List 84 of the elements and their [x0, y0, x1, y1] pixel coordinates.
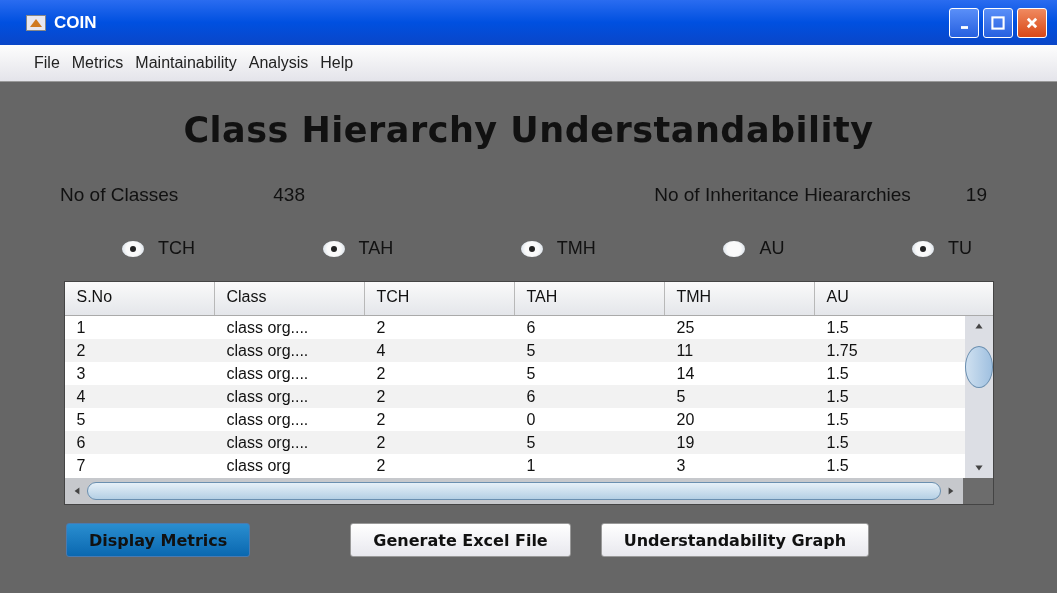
table-cell-text: 2: [75, 341, 87, 360]
menu-item[interactable]: File: [34, 54, 60, 72]
table-cell-text: 2: [375, 387, 387, 406]
column-header[interactable]: Class: [214, 282, 365, 315]
action-button[interactable]: Understandability Graph: [600, 523, 870, 557]
radio-button[interactable]: [322, 240, 345, 257]
table-cell-text: 1: [75, 318, 87, 337]
stat-value: 19: [965, 184, 987, 206]
table-cell-text: class org....: [225, 433, 310, 452]
table-cell-text: 2: [375, 456, 387, 475]
table-cell-text: 1.5: [825, 318, 850, 337]
stat-value: 438: [273, 184, 305, 206]
table-cell-text: class org....: [225, 387, 310, 406]
table-cell-text: class org....: [225, 318, 310, 337]
table-cell-text: 25: [675, 318, 696, 337]
stat-label: No of Classes: [60, 184, 179, 206]
radio-label: TMH: [556, 238, 596, 259]
radio-label: TU: [948, 238, 972, 259]
table-cell-text: 1.5: [825, 387, 850, 406]
scroll-thumb[interactable]: [964, 346, 993, 388]
action-button[interactable]: Display Metrics: [66, 523, 251, 557]
table-cell-text: 1.5: [825, 364, 850, 383]
menu-item[interactable]: Maintainability: [135, 54, 237, 72]
table-cell-text: 0: [525, 410, 537, 429]
table-cell-text: 5: [75, 410, 87, 429]
column-header[interactable]: TMH: [664, 282, 815, 315]
scroll-thumb[interactable]: [86, 482, 941, 500]
table-cell-text: 3: [75, 364, 87, 383]
table-cell-text: class org....: [225, 410, 310, 429]
minimize-button[interactable]: [949, 7, 979, 38]
table-cell-text: class org....: [225, 364, 310, 383]
radio-label: TAH: [358, 238, 394, 259]
table-cell-text: 1.75: [825, 341, 859, 360]
table-cell-text: 5: [525, 433, 537, 452]
menu-item[interactable]: Analysis: [248, 54, 309, 72]
table-cell-text: 5: [525, 341, 537, 360]
radio-button[interactable]: [912, 240, 934, 257]
close-button[interactable]: [1017, 7, 1047, 38]
column-header[interactable]: TCH: [364, 282, 515, 315]
table-cell-text: 1.5: [825, 456, 850, 475]
column-header[interactable]: S.No: [64, 282, 215, 315]
table-cell-text: 14: [675, 364, 696, 383]
table-cell-text: 3: [675, 456, 687, 475]
radio-button[interactable]: [723, 240, 746, 257]
radio-label: AU: [759, 238, 785, 259]
horizontal-scrollbar[interactable]: [64, 478, 963, 504]
table-cell-text: 20: [675, 410, 696, 429]
table-cell-text: class org: [225, 456, 292, 475]
table-cell-text: 6: [75, 433, 87, 452]
table-cell-text: 4: [75, 387, 87, 406]
table-cell-text: class org....: [225, 341, 310, 360]
column-header[interactable]: AU: [814, 282, 993, 315]
table-cell-text: 6: [525, 318, 537, 337]
table-cell-text: 2: [375, 433, 387, 452]
table-cell-text: 1.5: [825, 433, 850, 452]
close-icon: [1025, 15, 1039, 30]
table-cell-text: 7: [75, 456, 87, 475]
radio-button[interactable]: [520, 240, 543, 257]
table-cell-text: 1: [525, 456, 537, 475]
maximize-button[interactable]: [983, 7, 1013, 38]
column-header[interactable]: TAH: [514, 282, 665, 315]
menu-item[interactable]: Help: [320, 54, 354, 72]
stat-label: No of Inheritance Hieararchies: [654, 184, 911, 206]
radio-label: TCH: [158, 238, 195, 259]
app-icon: [26, 14, 46, 31]
menu-item[interactable]: Metrics: [71, 54, 124, 72]
table-cell-text: 2: [375, 410, 387, 429]
table-cell-text: 6: [525, 387, 537, 406]
table-cell-text: 19: [675, 433, 696, 452]
radio-button[interactable]: [122, 240, 144, 257]
table-cell-text: 5: [525, 364, 537, 383]
table-cell-text: 2: [375, 318, 387, 337]
maximize-icon: [991, 15, 1005, 30]
table-cell-text: 5: [675, 387, 687, 406]
table-cell-text: 2: [375, 364, 387, 383]
table-cell-text: 1.5: [825, 410, 850, 429]
action-button[interactable]: Generate Excel File: [350, 523, 571, 557]
table-cell-text: 4: [375, 341, 387, 360]
scrollbar-corner: [962, 478, 993, 504]
vertical-scrollbar[interactable]: [964, 316, 993, 478]
window-title: COIN: [54, 12, 97, 33]
table-cell-text: 11: [675, 341, 695, 360]
page-heading: Class Hierarchy Understandability: [183, 110, 874, 150]
minimize-icon: [960, 25, 968, 29]
